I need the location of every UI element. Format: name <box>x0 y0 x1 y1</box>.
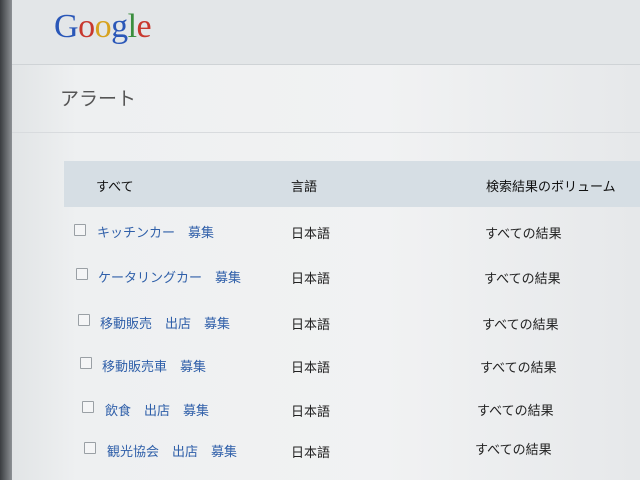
language-cell: 日本語 <box>291 318 331 333</box>
row-checkbox[interactable] <box>82 401 94 413</box>
google-logo[interactable]: Google <box>54 8 152 46</box>
volume-column-header: 検索結果のボリューム <box>486 180 616 195</box>
alert-link[interactable]: 移動販売車 募集 <box>102 356 206 375</box>
volume-cell: すべての結果 <box>485 227 562 242</box>
language-cell: 日本語 <box>291 446 331 461</box>
row-checkbox[interactable] <box>74 224 86 236</box>
volume-cell: すべての結果 <box>477 404 554 419</box>
alert-link[interactable]: 観光協会 出店 募集 <box>107 441 237 460</box>
language-cell: 日本語 <box>291 227 331 242</box>
language-cell: 日本語 <box>291 405 331 420</box>
language-cell: 日本語 <box>291 361 331 376</box>
alert-link[interactable]: ケータリングカー 募集 <box>98 267 241 286</box>
language-cell: 日本語 <box>291 272 331 287</box>
row-checkbox[interactable] <box>80 357 92 369</box>
volume-cell: すべての結果 <box>480 361 557 376</box>
language-column-header: 言語 <box>291 180 318 195</box>
alert-link[interactable]: 移動販売 出店 募集 <box>100 313 230 332</box>
select-all-label[interactable]: すべて <box>96 176 134 195</box>
volume-cell: すべての結果 <box>482 318 559 333</box>
header-divider <box>12 64 640 65</box>
volume-cell: すべての結果 <box>475 443 552 458</box>
alert-link[interactable]: 飲食 出店 募集 <box>105 400 209 419</box>
title-divider <box>12 132 640 133</box>
alert-link[interactable]: キッチンカー 募集 <box>97 222 214 241</box>
volume-cell: すべての結果 <box>484 272 561 287</box>
top-bar: Google <box>12 0 640 64</box>
monitor-bezel <box>0 0 12 480</box>
row-checkbox[interactable] <box>78 314 90 326</box>
row-checkbox[interactable] <box>76 268 88 280</box>
row-checkbox[interactable] <box>84 442 96 454</box>
page-title: アラート <box>60 88 137 110</box>
